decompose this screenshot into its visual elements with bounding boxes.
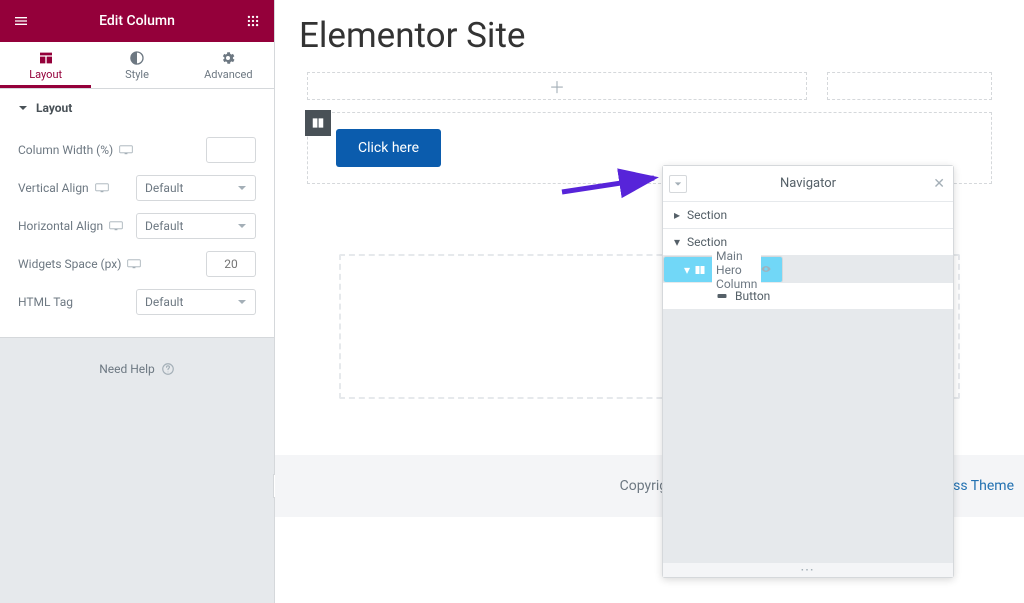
control-html-tag: HTML Tag Default bbox=[18, 283, 256, 321]
tab-style[interactable]: Style bbox=[91, 42, 182, 88]
control-vertical-align: Vertical Align Default bbox=[18, 169, 256, 207]
responsive-icon[interactable] bbox=[119, 144, 133, 156]
responsive-icon[interactable] bbox=[127, 258, 141, 270]
add-section-button[interactable]: ＋ bbox=[307, 72, 807, 100]
select-value: Default bbox=[145, 219, 183, 233]
panel-header: Edit Column bbox=[0, 0, 274, 42]
chevron-down-icon bbox=[237, 297, 247, 307]
plus-icon: ＋ bbox=[549, 74, 565, 98]
tree-widget-button[interactable]: Button bbox=[663, 283, 953, 310]
navigator-panel[interactable]: Navigator ✕ ▸ Section ▾ Section ▾ Main H… bbox=[662, 165, 954, 578]
chevron-down-icon bbox=[237, 183, 247, 193]
responsive-icon[interactable] bbox=[109, 220, 123, 232]
tree-section[interactable]: ▾ Section bbox=[663, 229, 953, 256]
navigator-header[interactable]: Navigator ✕ bbox=[663, 166, 953, 202]
tree-section[interactable]: ▸ Section bbox=[663, 202, 953, 229]
navigator-toggle-icon[interactable] bbox=[669, 175, 687, 193]
tree-label-editable[interactable]: Main Hero Column bbox=[712, 248, 761, 292]
grid-apps-icon[interactable] bbox=[232, 0, 274, 42]
control-label: Column Width (%) bbox=[18, 143, 113, 157]
page-title: Elementor Site bbox=[275, 0, 1024, 72]
column-handle-icon[interactable] bbox=[305, 110, 331, 136]
chevron-down-icon bbox=[237, 221, 247, 231]
chevron-down-icon bbox=[18, 103, 28, 113]
control-label: Horizontal Align bbox=[18, 219, 103, 233]
tab-label: Style bbox=[125, 68, 149, 81]
close-icon[interactable]: ✕ bbox=[933, 176, 945, 192]
navigator-resize-handle[interactable]: ⋯ bbox=[663, 563, 953, 577]
navigator-title: Navigator bbox=[780, 176, 836, 191]
hamburger-menu-icon[interactable] bbox=[0, 0, 42, 42]
html-tag-select[interactable]: Default bbox=[136, 289, 256, 315]
help-label: Need Help bbox=[99, 362, 155, 376]
chevron-right-icon: ▸ bbox=[671, 208, 683, 222]
panel-title: Edit Column bbox=[99, 13, 175, 29]
tab-advanced[interactable]: Advanced bbox=[183, 42, 274, 88]
editor-panel: Edit Column Layout Style Advanced Layout… bbox=[0, 0, 275, 603]
control-label: HTML Tag bbox=[18, 295, 73, 309]
panel-tabs: Layout Style Advanced bbox=[0, 42, 274, 89]
column-icon bbox=[694, 264, 706, 276]
chevron-down-icon: ▾ bbox=[684, 263, 690, 277]
style-icon bbox=[129, 50, 145, 66]
widgets-space-input[interactable] bbox=[206, 251, 256, 277]
tab-layout[interactable]: Layout bbox=[0, 42, 91, 88]
tree-label: Section bbox=[687, 235, 727, 249]
help-icon bbox=[161, 362, 175, 376]
tree-column-selected[interactable]: ▾ Main Hero Column bbox=[663, 256, 783, 283]
chevron-down-icon: ▾ bbox=[671, 235, 683, 249]
control-column-width: Column Width (%) bbox=[18, 131, 256, 169]
gear-icon bbox=[220, 50, 236, 66]
section-toggle[interactable]: Layout bbox=[0, 89, 274, 127]
visibility-icon[interactable] bbox=[761, 263, 771, 277]
select-value: Default bbox=[145, 295, 183, 309]
navigator-tree: ▸ Section ▾ Section ▾ Main Hero Column B… bbox=[663, 202, 953, 563]
layout-icon bbox=[38, 50, 54, 66]
section-controls: Column Width (%) Vertical Align Default … bbox=[0, 127, 274, 337]
control-label: Widgets Space (px) bbox=[18, 257, 121, 271]
control-widgets-space: Widgets Space (px) bbox=[18, 245, 256, 283]
tree-label: Section bbox=[687, 208, 727, 222]
select-value: Default bbox=[145, 181, 183, 195]
help-link[interactable]: Need Help bbox=[0, 338, 274, 400]
control-horizontal-align: Horizontal Align Default bbox=[18, 207, 256, 245]
section-title: Layout bbox=[36, 101, 72, 115]
control-label: Vertical Align bbox=[18, 181, 89, 195]
section-layout: Layout Column Width (%) Vertical Align D… bbox=[0, 89, 274, 338]
add-section-button[interactable] bbox=[827, 72, 992, 100]
responsive-icon[interactable] bbox=[95, 182, 109, 194]
vertical-align-select[interactable]: Default bbox=[136, 175, 256, 201]
tab-label: Advanced bbox=[204, 68, 252, 81]
horizontal-align-select[interactable]: Default bbox=[136, 213, 256, 239]
button-widget[interactable]: Click here bbox=[336, 129, 441, 167]
tree-label: Button bbox=[735, 289, 770, 303]
button-icon bbox=[715, 290, 729, 302]
column-width-input[interactable] bbox=[206, 137, 256, 163]
tab-label: Layout bbox=[29, 68, 62, 81]
